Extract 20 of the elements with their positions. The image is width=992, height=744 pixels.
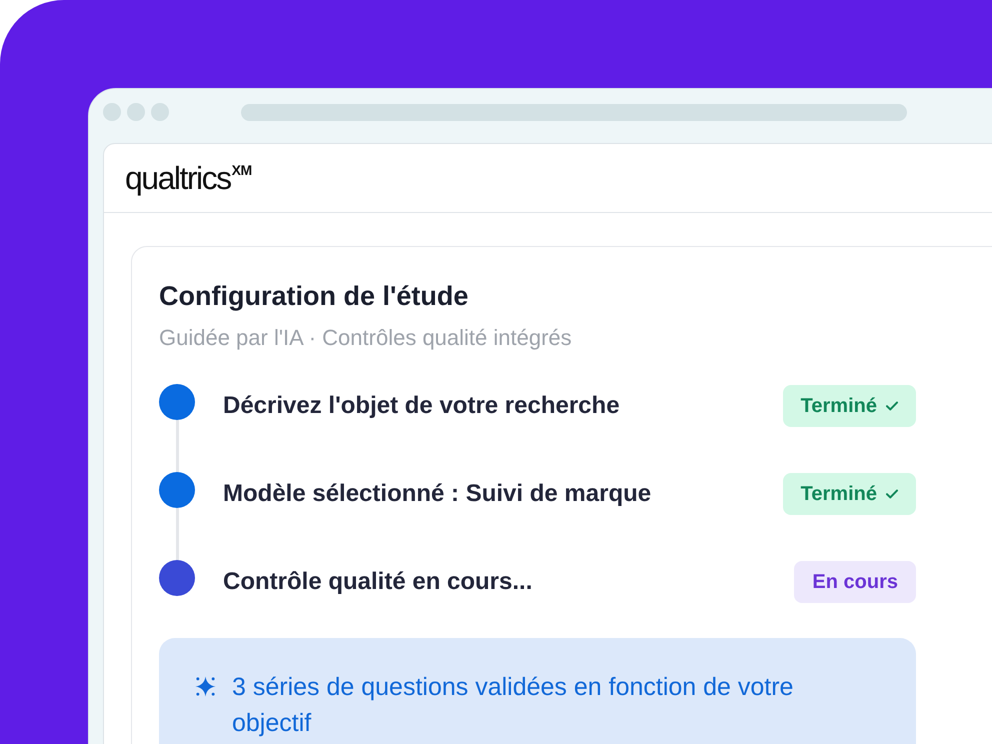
step-label: Contrôle qualité en cours...	[223, 567, 532, 597]
status-text: Terminé	[800, 394, 877, 418]
insight-text: 3 séries de questions validées en fonction de votre objectif	[232, 672, 794, 739]
step-dot-icon	[159, 560, 195, 596]
check-icon	[886, 401, 898, 411]
status-text: Terminé	[800, 482, 877, 506]
status-text: En cours	[812, 570, 898, 594]
sparkle-icon	[194, 675, 217, 698]
card-subtitle: Guidée par l'IA · Contrôles qualité intégrés	[159, 325, 573, 351]
check-icon	[886, 489, 898, 499]
address-bar[interactable]	[241, 104, 907, 120]
window-dot-icon	[127, 103, 145, 121]
step-dot-icon	[159, 384, 195, 420]
step-dot-icon	[159, 472, 195, 508]
logo-wordmark: qualtrics$^{XM}$	[125, 159, 252, 198]
window-dot-icon	[103, 103, 121, 121]
step-label: Décrivez l'objet de votre recherche	[223, 391, 620, 421]
window-dot-icon	[151, 103, 169, 121]
card-title: Configuration de l'étude	[159, 280, 470, 312]
step-label: Modèle sélectionné : Suivi de marque	[223, 479, 652, 509]
